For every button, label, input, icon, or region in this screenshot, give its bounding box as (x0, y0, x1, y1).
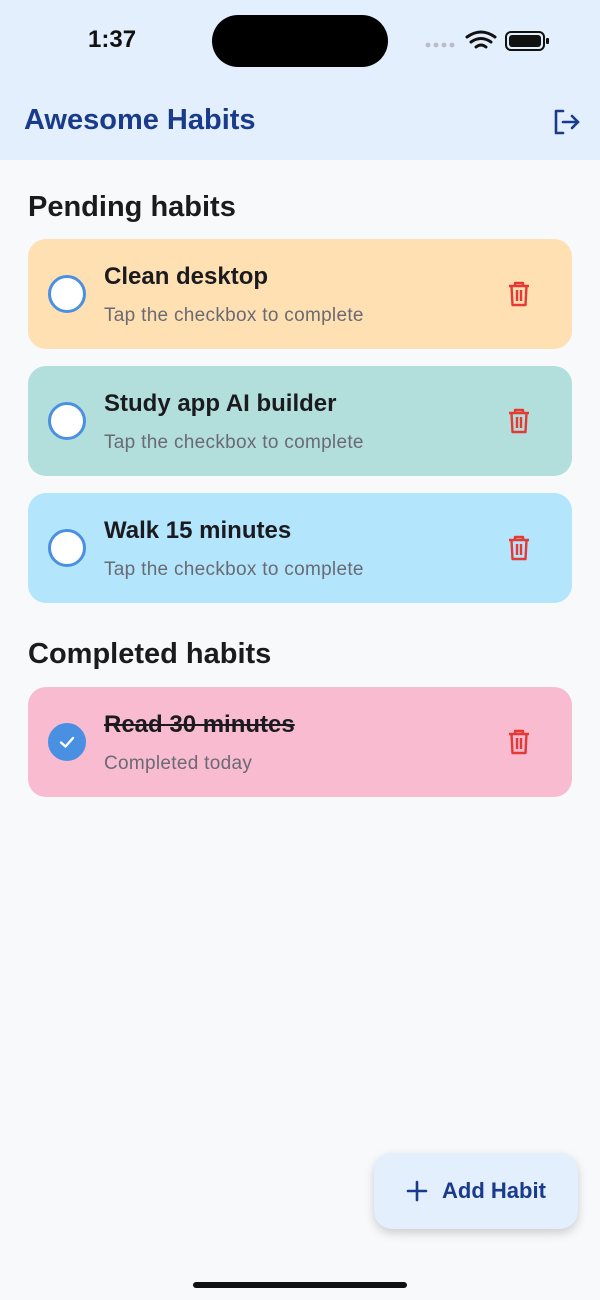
add-habit-label: Add Habit (442, 1178, 546, 1203)
habit-card[interactable]: Walk 15 minutes Tap the checkbox to comp… (28, 493, 572, 603)
status-time: 1:37 (88, 26, 137, 53)
signal-icon (425, 42, 455, 48)
wifi-icon (465, 30, 497, 49)
logout-icon (554, 109, 580, 135)
logout-button[interactable] (548, 104, 584, 140)
delete-button[interactable] (504, 279, 534, 309)
habit-checkbox[interactable] (48, 402, 86, 440)
habit-checkbox[interactable] (48, 275, 86, 313)
trash-icon (509, 281, 529, 307)
home-indicator (193, 1282, 407, 1288)
trash-icon (509, 729, 529, 755)
habit-title: Walk 15 minutes (104, 517, 292, 544)
delete-button[interactable] (504, 727, 534, 757)
habit-card[interactable]: Study app AI builder Tap the checkbox to… (28, 366, 572, 476)
habit-card[interactable]: Clean desktop Tap the checkbox to comple… (28, 239, 572, 349)
habit-subtitle: Tap the checkbox to complete (104, 305, 364, 326)
habit-title: Read 30 minutes (104, 711, 295, 738)
habit-title: Clean desktop (104, 263, 269, 290)
dynamic-island (212, 15, 388, 67)
app-bar: 1:37 Awesome Habits (0, 0, 600, 160)
trash-icon (509, 535, 529, 561)
delete-button[interactable] (504, 533, 534, 563)
habit-checkbox-checked[interactable] (48, 723, 86, 761)
habit-subtitle: Completed today (104, 753, 253, 774)
habit-subtitle: Tap the checkbox to complete (104, 432, 364, 453)
completed-section-title: Completed habits (28, 638, 272, 670)
trash-icon (509, 408, 529, 434)
app-title: Awesome Habits (24, 104, 256, 136)
habit-checkbox[interactable] (48, 529, 86, 567)
add-habit-button[interactable]: Add Habit (374, 1153, 578, 1229)
delete-button[interactable] (504, 406, 534, 436)
habit-title: Study app AI builder (104, 390, 337, 417)
battery-icon (505, 31, 549, 51)
check-icon (59, 736, 75, 748)
pending-section-title: Pending habits (28, 191, 236, 223)
habit-card[interactable]: Read 30 minutes Completed today (28, 687, 572, 797)
habit-subtitle: Tap the checkbox to complete (104, 559, 364, 580)
status-icons (424, 28, 554, 54)
plus-icon (406, 1180, 428, 1202)
